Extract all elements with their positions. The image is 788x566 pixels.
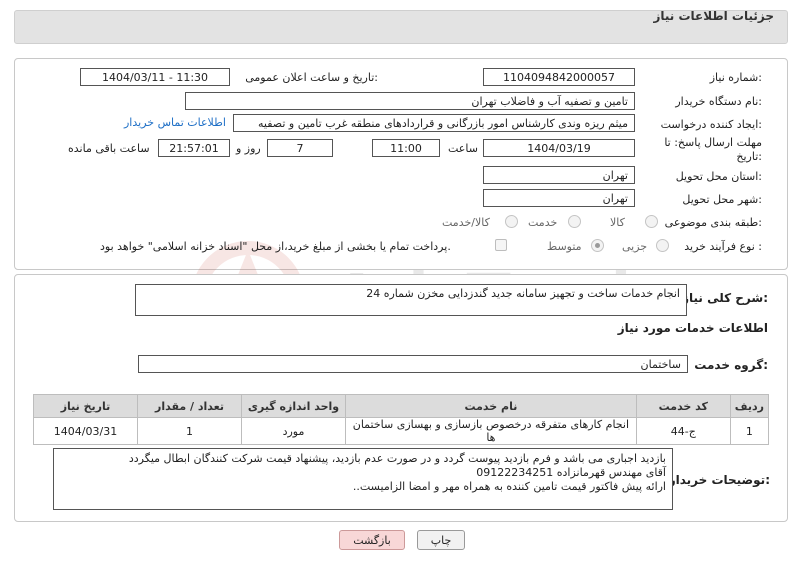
announce-field: 1404/03/11 - 11:30	[80, 68, 230, 86]
page-title: جزئیات اطلاعات نیاز	[653, 9, 774, 23]
deadline-label-text: مهلت ارسال پاسخ: تا تاریخ:	[664, 136, 762, 163]
summary-text: انجام خدمات ساخت و تجهیز سامانه جدید گند…	[366, 287, 680, 300]
service-group-label: گروه خدمت:	[694, 358, 768, 372]
deadline-time-field: 11:00	[372, 139, 440, 157]
deadline-label: مهلت ارسال پاسخ: تا تاریخ:	[652, 136, 762, 164]
cell-row-num: 1	[729, 417, 770, 445]
deadline-date-field: 1404/03/19	[483, 139, 635, 157]
category-option-service: خدمت	[528, 216, 558, 229]
buyer-notes-label: توضیحات خریدار:	[668, 473, 770, 487]
back-button[interactable]: بازگشت	[339, 530, 405, 550]
announce-label: تاریخ و ساعت اعلان عمومی:	[245, 71, 378, 84]
summary-label: شرح کلی نیاز:	[682, 291, 768, 305]
category-radio-service[interactable]	[568, 215, 581, 228]
services-table-wrap: ردیف کد خدمت نام خدمت واحد اندازه گیری ت…	[33, 394, 770, 445]
remaining-label: ساعت باقی مانده	[68, 142, 150, 155]
creator-field: میثم ریزه وندی کارشناس امور بازرگانی و ق…	[233, 114, 635, 132]
services-table: ردیف کد خدمت نام خدمت واحد اندازه گیری ت…	[33, 394, 770, 445]
col-header-date: تاریخ نیاز	[33, 394, 138, 418]
services-title: اطلاعات خدمات مورد نیاز	[617, 321, 768, 335]
category-radio-goods[interactable]	[645, 215, 658, 228]
province-label: استان محل تحویل:	[675, 170, 762, 183]
city-field: تهران	[483, 189, 635, 207]
days-field: 7	[267, 139, 333, 157]
payment-note: پرداخت تمام یا بخشی از مبلغ خرید،از محل …	[100, 240, 451, 253]
need-number-label: شماره نیاز:	[709, 71, 762, 84]
buyer-notes-line-2: آقای مهندس قهرمانزاده 09122234251	[476, 466, 666, 479]
category-option-goods: کالا	[610, 216, 625, 229]
cell-date: 1404/03/31	[33, 417, 138, 445]
category-label: طبقه بندی موضوعی:	[664, 216, 762, 229]
col-header-name: نام خدمت	[345, 394, 637, 418]
payment-checkbox[interactable]	[495, 239, 507, 251]
cell-name: انجام کارهای متفرقه درخصوص بازسازی و بهس…	[345, 417, 637, 445]
buyer-contact-link[interactable]: اطلاعات تماس خریدار	[124, 116, 226, 129]
buyer-field: تامین و تصفیه آب و فاضلاب تهران	[185, 92, 635, 110]
col-header-row-num: ردیف	[729, 394, 770, 418]
buyer-notes-line-1: بازدید اجباری می باشد و فرم بازدید پیوست…	[128, 452, 666, 465]
service-group-field: ساختمان	[138, 355, 688, 373]
summary-field: انجام خدمات ساخت و تجهیز سامانه جدید گند…	[135, 284, 687, 316]
process-radio-medium[interactable]	[591, 239, 604, 252]
need-number-field: 1104094842000057	[483, 68, 635, 86]
table-row: 1 ج-44 انجام کارهای متفرقه درخصوص بازساز…	[33, 417, 770, 445]
remaining-time-field: 21:57:01	[158, 139, 230, 157]
buyer-label: نام دستگاه خریدار:	[675, 95, 762, 108]
cell-qty: 1	[137, 417, 242, 445]
province-field: تهران	[483, 166, 635, 184]
print-button[interactable]: چاپ	[417, 530, 465, 550]
deadline-time-label: ساعت	[448, 142, 478, 155]
col-header-code: کد خدمت	[635, 394, 731, 418]
cell-code: ج-44	[635, 417, 731, 445]
category-option-goods-service: کالا/خدمت	[442, 216, 490, 229]
buyer-notes-field: بازدید اجباری می باشد و فرم بازدید پیوست…	[53, 448, 673, 510]
cell-unit: مورد	[241, 417, 346, 445]
city-label: شهر محل تحویل:	[682, 193, 762, 206]
table-header-row: ردیف کد خدمت نام خدمت واحد اندازه گیری ت…	[33, 394, 770, 418]
process-label: نوع فرآیند خرید :	[684, 240, 762, 253]
days-label: روز و	[236, 142, 261, 155]
col-header-unit: واحد اندازه گیری	[241, 394, 346, 418]
process-option-medium: متوسط	[547, 240, 582, 253]
category-radio-goods-service[interactable]	[505, 215, 518, 228]
process-option-minor: جزیی	[622, 240, 648, 253]
process-radio-minor[interactable]	[656, 239, 669, 252]
creator-label: ایجاد کننده درخواست:	[660, 118, 762, 131]
buyer-notes-line-3: ارائه پیش فاکتور قیمت تامین کننده به همر…	[352, 480, 666, 493]
col-header-qty: تعداد / مقدار	[137, 394, 242, 418]
